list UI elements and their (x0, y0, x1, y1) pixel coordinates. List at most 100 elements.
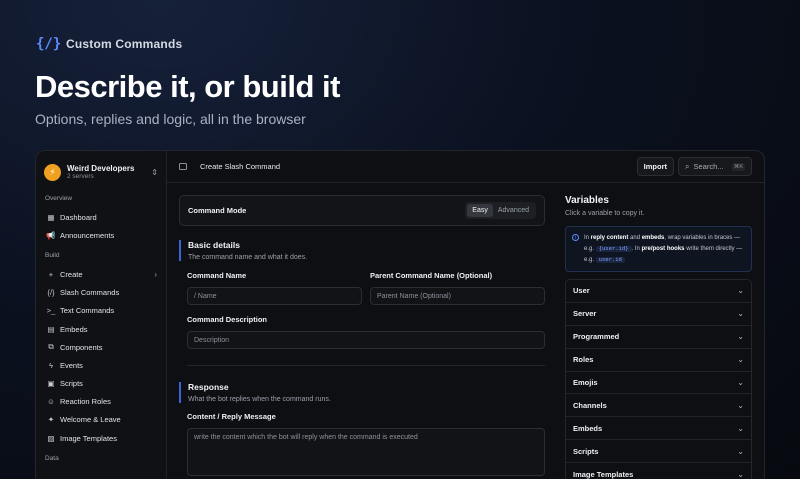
chevron-down-icon: ⌄ (737, 378, 744, 387)
variable-group-label: Channels (573, 400, 607, 410)
topbar: Create Slash Command Import ⌕ Search... … (167, 151, 764, 183)
chevron-right-icon: › (154, 269, 157, 279)
nav-icon: + (48, 269, 54, 279)
variables-info-box: i In reply content and embeds, wrap vari… (565, 226, 752, 272)
sidebar-item-label: Slash Commands (60, 288, 120, 298)
variable-group-channels[interactable]: Channels ⌄ (566, 394, 751, 418)
sidebar-item-label: Image Templates (60, 433, 117, 443)
nav-icon: 📢 (46, 230, 56, 240)
info-bold: embeds (641, 235, 665, 241)
workspace-sub: 2 servers (67, 173, 94, 180)
info-text-part: . In (631, 246, 642, 252)
basic-fields: Command Name / Name Parent Command Name … (179, 271, 545, 349)
sidebar-item-embeds[interactable]: ▤ Embeds (36, 320, 166, 338)
sidebar-item-reaction-roles[interactable]: ☺ Reaction Roles (36, 393, 166, 411)
sidebar-item-slash-commands[interactable]: {/} Slash Commands (36, 284, 166, 302)
nav-icon: ✦ (47, 415, 55, 425)
content-textarea[interactable]: write the content which the bot will rep… (187, 428, 545, 476)
sidebar-item-scripts[interactable]: ▣ Scripts (36, 375, 166, 393)
search-icon: ⌕ (685, 161, 690, 171)
mode-easy-button[interactable]: Easy (467, 204, 493, 217)
sidebar-item-create[interactable]: + Create › (36, 265, 166, 283)
sidebar-item-announcements[interactable]: 📢 Announcements (36, 226, 166, 244)
hero-subtitle: Options, replies and logic, all in the b… (35, 111, 306, 127)
command-name-input[interactable]: / Name (187, 287, 362, 305)
divider (187, 365, 545, 366)
chevron-down-icon: ⌄ (737, 332, 744, 342)
sidebar-item-label: Reaction Roles (60, 397, 111, 407)
command-description-input[interactable]: Description (187, 331, 545, 349)
command-name-label: Command Name (187, 271, 247, 280)
response-header: Response What the bot replies when the c… (179, 382, 545, 403)
workspace-switcher[interactable]: ⚡ Weird Developers 2 servers ⇕ (36, 157, 166, 187)
nav-icon: ⧉ (48, 342, 54, 352)
mode-advanced-button[interactable]: Advanced (493, 204, 534, 217)
variable-group-roles[interactable]: Roles ⌄ (566, 349, 751, 372)
search-placeholder: Search... (693, 162, 724, 171)
chevron-down-icon: ⌄ (737, 446, 744, 456)
hero-tag-label: Custom Commands (66, 37, 183, 51)
sidebar-item-label: Announcements (60, 230, 115, 240)
search-input[interactable]: ⌕ Search... ⌘K (678, 157, 752, 176)
variable-group-scripts[interactable]: Scripts ⌄ (566, 440, 751, 464)
variable-group-label: Programmed (573, 332, 620, 342)
chevron-down-icon: ⌄ (737, 400, 744, 410)
variable-group-label: Emojis (573, 378, 598, 387)
chevron-down-icon: ⌄ (737, 355, 744, 365)
nav-section-label: Build (45, 252, 60, 260)
app-window: ⚡ Weird Developers 2 servers ⇕ Overview ▦… (35, 150, 765, 479)
chevron-down-icon: ⌄ (737, 286, 744, 296)
command-mode-label: Command Mode (188, 206, 247, 215)
sidebar-item-welcome-leave[interactable]: ✦ Welcome & Leave (36, 411, 166, 429)
workspace-name: Weird Developers (67, 164, 135, 173)
variables-panel: Variables Click a variable to copy it. i… (557, 183, 764, 479)
basic-details-header: Basic details The command name and what … (179, 240, 545, 261)
sidebar-item-label: Create (60, 269, 83, 279)
variable-group-server[interactable]: Server ⌄ (566, 303, 751, 326)
sidebar-item-label: Components (60, 342, 103, 352)
variable-group-label: Image Templates (573, 469, 634, 479)
sidebar-toggle-icon[interactable] (179, 163, 187, 170)
code-chip[interactable]: {user.id} (595, 246, 632, 252)
sidebar-item-label: Dashboard (60, 212, 97, 222)
mode-toggle: Easy Advanced (465, 202, 536, 219)
section-desc: The command name and what it does. (188, 254, 308, 261)
variable-group-emojis[interactable]: Emojis ⌄ (566, 372, 751, 395)
section-desc: What the bot replies when the command ru… (188, 396, 331, 403)
info-text: In reply content and embeds, wrap variab… (584, 233, 744, 266)
sidebar-nav: Overview ▦ Dashboard 📢 Announcements Build + Cr… (36, 195, 166, 462)
sidebar-item-label: Text Commands (60, 306, 115, 316)
sidebar-item-dashboard[interactable]: ▦ Dashboard (36, 208, 166, 226)
info-text-part: and (628, 235, 642, 241)
variable-group-user[interactable]: User ⌄ (566, 280, 751, 303)
nav-icon: >_ (46, 306, 56, 316)
code-chip[interactable]: user.id (595, 257, 625, 263)
sidebar-item-text-commands[interactable]: >_ Text Commands (36, 302, 166, 320)
sidebar-item-events[interactable]: ϟ Events (36, 356, 166, 374)
nav-icon: ▦ (47, 212, 55, 222)
section-title: Basic details (188, 240, 240, 250)
response-fields: Content / Reply Message write the conten… (179, 412, 545, 476)
variable-group-programmed[interactable]: Programmed ⌄ (566, 326, 751, 349)
variable-group-image-templates[interactable]: Image Templates ⌄ (566, 463, 751, 479)
main-area: Create Slash Command Import ⌕ Search... … (167, 151, 764, 479)
variables-title: Variables (565, 195, 609, 206)
variables-accordion: User ⌄ Server ⌄ Programmed ⌄ Roles ⌄ Emojis ⌄ Chan… (565, 279, 752, 479)
nav-section-label: Overview (45, 195, 73, 202)
content: Command Mode Easy Advanced Basic details… (167, 183, 764, 479)
search-shortcut: ⌘K (731, 162, 745, 171)
parent-name-input[interactable]: Parent Name (Optional) (370, 287, 545, 305)
sidebar-item-label: Embeds (60, 324, 88, 334)
nav-section-label: Data (45, 455, 59, 463)
page-title: Create Slash Command (200, 162, 281, 171)
chevron-down-icon: ⌄ (737, 423, 744, 433)
variable-group-embeds[interactable]: Embeds ⌄ (566, 417, 751, 441)
section-title: Response (188, 382, 229, 392)
import-button[interactable]: Import (636, 157, 674, 176)
nav-icon: ☺ (47, 397, 55, 407)
workspace-avatar: ⚡ (44, 163, 61, 181)
sidebar-item-image-templates[interactable]: ▨ Image Templates (36, 429, 166, 447)
nav-icon: ▨ (47, 433, 55, 443)
sidebar-item-components[interactable]: ⧉ Components (36, 338, 166, 356)
chevron-down-icon: ⌄ (737, 309, 744, 319)
